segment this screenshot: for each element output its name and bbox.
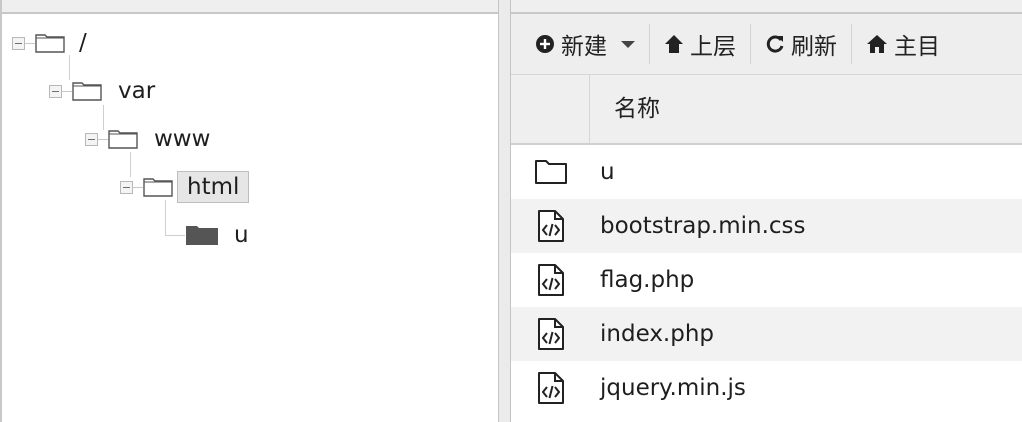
file-name[interactable]: index.php [590, 321, 714, 347]
code-file-icon [511, 199, 590, 253]
collapse-toggle-icon[interactable] [120, 180, 133, 194]
folder-open-icon [72, 81, 102, 101]
toolbar-divider [750, 24, 751, 64]
folder-open-icon [35, 33, 65, 53]
tree-node-label[interactable]: u [230, 219, 253, 251]
up-level-button-label: 上层 [690, 34, 736, 60]
tree-node-label[interactable]: www [150, 123, 214, 155]
home-button[interactable]: 主目 [866, 24, 954, 64]
code-file-icon [511, 253, 590, 307]
home-icon [866, 34, 888, 54]
tree-node-label[interactable]: / [75, 27, 91, 59]
refresh-button[interactable]: 刷新 [765, 24, 851, 64]
code-file-icon [511, 361, 590, 415]
refresh-button-label: 刷新 [791, 34, 837, 60]
name-column-header[interactable]: 名称 [590, 75, 660, 143]
tree-node-html[interactable]: html [120, 170, 250, 204]
panel-splitter[interactable] [498, 0, 511, 422]
chevron-down-icon[interactable] [621, 40, 635, 48]
toolbar-divider [649, 24, 650, 64]
icon-column-header [511, 75, 590, 143]
collapse-toggle-icon[interactable] [85, 132, 98, 146]
folder-open-icon [143, 177, 173, 197]
up-level-button[interactable]: 上层 [664, 24, 750, 64]
folder-open-icon [108, 129, 138, 149]
tree-node-www[interactable]: www [85, 122, 214, 156]
tree-node-u[interactable]: u [186, 218, 253, 252]
file-name[interactable]: flag.php [590, 267, 694, 293]
tree-connector [165, 235, 185, 236]
toolbar: 新建 上层 刷新 主目 [511, 14, 1022, 75]
table-header: 名称 [511, 75, 1022, 145]
file-list-panel: 新建 上层 刷新 主目 名称 u bootstrap.min.css flag.… [511, 0, 1022, 422]
home-button-label: 主目 [894, 34, 940, 60]
folder-closed-icon [186, 225, 218, 245]
file-name[interactable]: jquery.min.js [590, 375, 746, 401]
collapse-toggle-icon[interactable] [12, 36, 25, 50]
table-row[interactable]: jquery.min.js [511, 361, 1022, 415]
file-manager: / var www html u 新建 上层 刷新 主目 名称 u bootst… [0, 0, 1022, 422]
table-row[interactable]: bootstrap.min.css [511, 199, 1022, 253]
plus-circle-icon [535, 34, 555, 54]
directory-tree-panel: / var www html u [0, 0, 498, 422]
toolbar-divider [851, 24, 852, 64]
file-name[interactable]: u [590, 159, 615, 185]
folder-icon [511, 145, 590, 199]
new-button[interactable]: 新建 [511, 24, 649, 64]
file-panel-header [511, 0, 1022, 14]
collapse-toggle-icon[interactable] [49, 84, 62, 98]
tree-node-var[interactable]: var [49, 74, 159, 108]
arrow-up-icon [664, 34, 684, 54]
table-row[interactable]: index.php [511, 307, 1022, 361]
file-name[interactable]: bootstrap.min.css [590, 213, 806, 239]
tree-node-label[interactable]: var [114, 75, 159, 107]
tree-panel-header [2, 0, 498, 14]
refresh-icon [765, 34, 785, 54]
code-file-icon [511, 307, 590, 361]
new-button-label: 新建 [561, 34, 607, 60]
table-row[interactable]: flag.php [511, 253, 1022, 307]
tree-node-root[interactable]: / [12, 26, 91, 60]
table-row[interactable]: u [511, 145, 1022, 199]
tree-connector [165, 200, 166, 236]
tree-node-label-selected[interactable]: html [177, 171, 250, 203]
